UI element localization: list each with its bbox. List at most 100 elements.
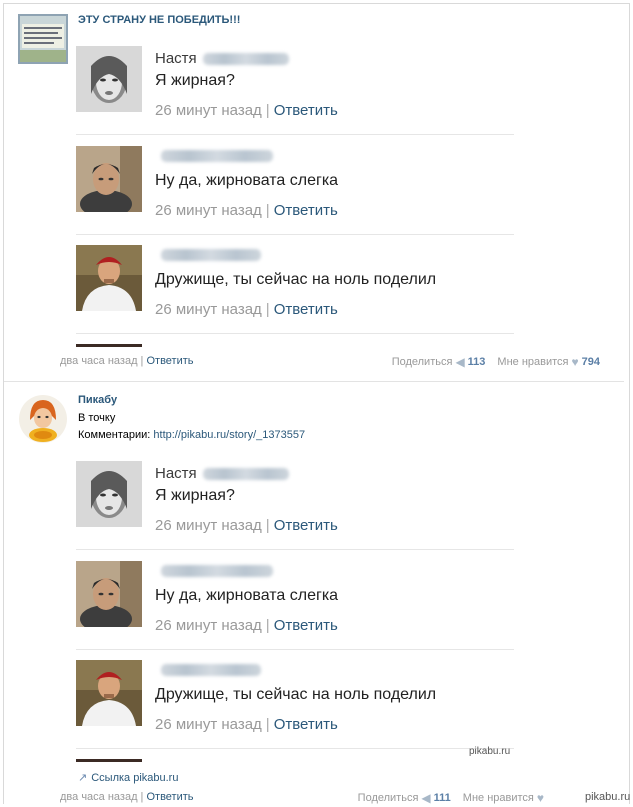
comment-reply-link[interactable]: Ответить — [274, 102, 338, 119]
comment-author[interactable]: Настя — [155, 50, 289, 67]
blurred-author-name — [161, 150, 273, 162]
comment-divider — [76, 134, 514, 135]
post-time[interactable]: два часа назад — [60, 791, 137, 803]
post-2-title[interactable]: Пикабу — [78, 394, 117, 406]
like-button[interactable]: Мне нравится — [497, 356, 568, 368]
comment-time[interactable]: 26 минут назад — [155, 301, 262, 318]
post-footer-actions: Поделиться ◀ 113 Мне нравится ♥ 794 — [392, 355, 600, 369]
cropped-avatar-stub — [76, 759, 142, 762]
comment-time[interactable]: 26 минут назад — [155, 202, 262, 219]
comment-time[interactable]: 26 минут назад — [155, 716, 262, 733]
comment-screenshot-2: Ну да, жирновата слегка 26 минут назад | О… — [76, 146, 514, 246]
like-button[interactable]: Мне нравится — [463, 792, 534, 804]
watermark-corner: pikabu.ru — [585, 791, 631, 803]
comment-author[interactable] — [155, 664, 261, 676]
comment-meta-separator: | — [265, 517, 270, 534]
comment-avatar-chef — [76, 660, 142, 726]
comment-reply-link[interactable]: Ответить — [274, 716, 338, 733]
comment-author[interactable] — [155, 565, 273, 577]
comments-label: Комментарии: — [78, 429, 151, 441]
page-frame-right — [629, 3, 630, 804]
comment-meta-separator: | — [265, 202, 270, 219]
comment-reply-link[interactable]: Ответить — [274, 617, 338, 634]
comment-meta: 26 минут назад | Ответить — [155, 202, 338, 219]
comment-screenshot-1: Настя Я жирная? 26 минут назад | Ответить — [76, 461, 514, 561]
megaphone-icon: ◀ — [421, 791, 431, 805]
comment-text: Дружище, ты сейчас на ноль поделил — [155, 271, 437, 288]
comment-text: Я жирная? — [155, 487, 235, 504]
comment-author-name[interactable]: Настя — [155, 465, 197, 482]
comment-author-name[interactable]: Настя — [155, 50, 197, 67]
comment-avatar-guy — [76, 146, 142, 212]
comment-reply-link[interactable]: Ответить — [274, 517, 338, 534]
blurred-author-name — [161, 249, 261, 261]
post-2-avatar[interactable] — [18, 394, 68, 444]
comment-meta: 26 минут назад | Ответить — [155, 301, 338, 318]
post-1-avatar[interactable] — [18, 14, 68, 64]
comments-url-link[interactable]: http://pikabu.ru/story/_1373557 — [153, 429, 305, 441]
comment-divider — [76, 649, 514, 650]
share-button[interactable]: Поделиться — [392, 356, 453, 368]
post-footer-left: два часа назад | Ответить — [60, 355, 194, 367]
comment-screenshot-2: Ну да, жирновата слегка 26 минут назад | О… — [76, 561, 514, 661]
comment-author[interactable]: Настя — [155, 465, 289, 482]
share-button[interactable]: Поделиться — [358, 792, 419, 804]
post-footer-actions: Поделиться ◀ 111 Мне нравится ♥ — [358, 791, 544, 805]
comment-meta: 26 минут назад | Ответить — [155, 716, 338, 733]
like-count: 794 — [581, 356, 600, 368]
link-arrow-icon: ↗ — [78, 772, 88, 784]
post-separator — [4, 381, 624, 382]
post-reply-link[interactable]: Ответить — [146, 791, 193, 803]
blurred-surname — [202, 467, 289, 480]
comment-avatar-guy — [76, 561, 142, 627]
comment-screenshot-3: Дружище, ты сейчас на ноль поделил 26 ми… — [76, 245, 514, 345]
comment-meta-separator: | — [265, 617, 270, 634]
share-count: 111 — [433, 792, 451, 804]
post-reply-link[interactable]: Ответить — [146, 355, 193, 367]
attached-link-label[interactable]: Ссылка pikabu.ru — [91, 772, 178, 784]
comment-text: Дружище, ты сейчас на ноль поделил — [155, 686, 437, 703]
blurred-author-name — [161, 565, 273, 577]
comment-meta-separator: | — [265, 102, 270, 119]
comment-divider — [76, 333, 514, 334]
watermark-mid: pikabu.ru — [469, 746, 511, 757]
post-footer-separator: | — [140, 355, 144, 367]
heart-icon[interactable]: ♥ — [572, 355, 579, 369]
comment-author[interactable] — [155, 150, 273, 162]
comment-divider — [76, 234, 514, 235]
blurred-surname — [202, 52, 289, 65]
comment-meta-separator: | — [265, 301, 270, 318]
post-2-comments-line: Комментарии: http://pikabu.ru/story/_137… — [78, 429, 305, 441]
heart-icon[interactable]: ♥ — [537, 791, 544, 805]
cropped-avatar-stub — [76, 344, 142, 347]
comment-reply-link[interactable]: Ответить — [274, 202, 338, 219]
comment-meta: 26 минут назад | Ответить — [155, 617, 338, 634]
attached-link[interactable]: ↗ Ссылка pikabu.ru — [78, 771, 178, 784]
comment-avatar-nastya — [76, 46, 142, 112]
blurred-author-name — [161, 664, 261, 676]
comment-time[interactable]: 26 минут назад — [155, 517, 262, 534]
megaphone-icon: ◀ — [455, 355, 465, 369]
post-1-footer: два часа назад | Ответить Поделиться ◀ 1… — [60, 355, 600, 371]
post-1-title[interactable]: ЭТУ СТРАНУ НЕ ПОБЕДИТЬ!!! — [78, 14, 240, 26]
comment-author[interactable] — [155, 249, 261, 261]
comment-avatar-nastya — [76, 461, 142, 527]
share-count: 113 — [467, 356, 486, 368]
post-time[interactable]: два часа назад — [60, 355, 137, 367]
comment-meta-separator: | — [265, 716, 270, 733]
post-2-text: В точку — [78, 412, 116, 424]
comment-screenshot-1: Настя Я жирная? 26 минут назад | Ответить — [76, 46, 514, 146]
page-frame-left — [3, 3, 4, 804]
post-footer-separator: | — [140, 791, 144, 803]
comment-meta: 26 минут назад | Ответить — [155, 102, 338, 119]
comment-meta: 26 минут назад | Ответить — [155, 517, 338, 534]
comment-time[interactable]: 26 минут назад — [155, 617, 262, 634]
comment-text: Ну да, жирновата слегка — [155, 587, 339, 604]
comment-time[interactable]: 26 минут назад — [155, 102, 262, 119]
comment-text: Ну да, жирновата слегка — [155, 172, 339, 189]
comment-text: Я жирная? — [155, 72, 235, 89]
comment-reply-link[interactable]: Ответить — [274, 301, 338, 318]
page-frame-top — [3, 3, 630, 4]
comment-screenshot-3: Дружище, ты сейчас на ноль поделил 26 ми… — [76, 660, 514, 760]
comment-avatar-chef — [76, 245, 142, 311]
